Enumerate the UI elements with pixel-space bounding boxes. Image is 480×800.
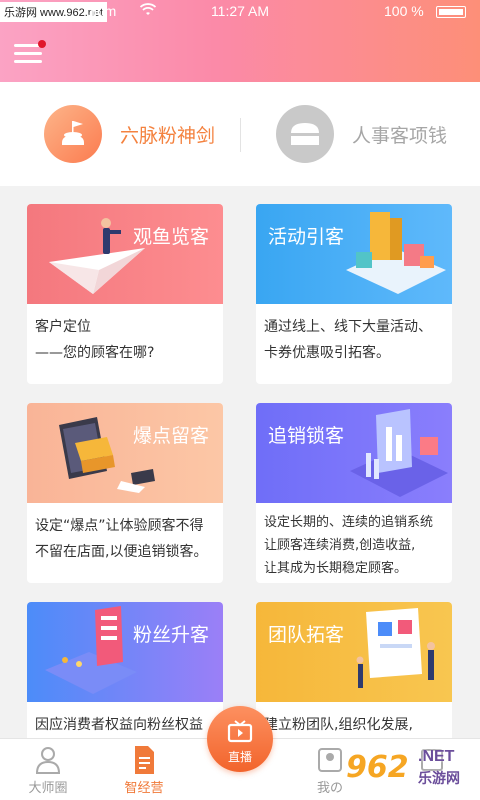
notification-dot: [38, 40, 46, 48]
desc-line: 让顾客连续消费,创造收益,: [264, 538, 416, 553]
watermark-site-name: 乐游网: [418, 771, 460, 787]
tab-label: 六脉粉神剑: [120, 124, 216, 147]
app-header: 乐游网 www.962.net dium 11:27 AM 100 %: [0, 0, 480, 82]
tab-label: 人事客项钱: [352, 124, 448, 147]
status-bar: 乐游网 www.962.net dium 11:27 AM 100 %: [0, 0, 480, 24]
nav-smart-business[interactable]: 智经营: [104, 745, 184, 796]
card-title: 爆点留客: [132, 425, 209, 447]
tab-divider: [240, 118, 241, 152]
live-label: 直播: [227, 750, 252, 764]
card-attract-customers[interactable]: 活动引客 通过线上、线下大量活动、 卡券优惠吸引拓客。: [256, 204, 452, 384]
nav-label: 大师圈: [28, 781, 68, 796]
card-title: 团队拓客: [268, 624, 345, 646]
card-desc: 建立粉团队,组织化发展,: [256, 702, 452, 738]
card-title: 粉丝升客: [132, 624, 209, 646]
desc-line: 让其成为长期稳定顾客。: [264, 561, 408, 576]
card-banner: 粉丝升客: [27, 602, 223, 702]
card-title: 活动引客: [268, 226, 345, 248]
card-desc: 通过线上、线下大量活动、 卡券优惠吸引拓客。: [256, 304, 452, 366]
desc-line: 通过线上、线下大量活动、: [264, 319, 432, 335]
phone-chart-illustration: [350, 409, 448, 497]
card-desc: 因应消费者权益向粉丝权益: [27, 702, 223, 738]
desc-line: 卡券优惠吸引拓客。: [264, 345, 390, 361]
category-tabs: 六脉粉神剑 人事客项钱: [0, 82, 480, 186]
card-banner: 团队拓客: [256, 602, 452, 702]
city-illustration: [346, 212, 446, 294]
person-icon: [35, 747, 61, 774]
card-desc: 设定“爆点”让体验顾客不得 不留在店面,以便追销锁客。: [27, 503, 223, 565]
desc-line: 建立粉团队,组织化发展,: [264, 717, 413, 733]
board-team-illustration: [356, 608, 435, 688]
tab-six-swords[interactable]: 六脉粉神剑: [44, 102, 215, 166]
card-watch-customers[interactable]: 观鱼览客 客户定位 ——您的顾客在哪?: [27, 204, 223, 384]
battery-percent: 100 %: [384, 3, 424, 19]
card-upsell-lock[interactable]: 追销锁客 设定长期的、连续的追销系统 让顾客连续消费,创造收益, 让其成为长期稳…: [256, 403, 452, 583]
live-button[interactable]: 直播: [207, 706, 273, 772]
desc-line: 设定长期的、连续的追销系统: [264, 515, 434, 530]
desc-line: ——您的顾客在哪?: [35, 345, 155, 361]
card-title: 追销锁客: [268, 425, 345, 447]
card-title: 观鱼览客: [132, 226, 209, 248]
desc-line: 客户定位: [35, 319, 91, 335]
card-desc: 客户定位 ——您的顾客在哪?: [27, 304, 223, 366]
document-icon: [135, 746, 154, 774]
watermark-net: .NET: [418, 748, 455, 765]
bread-icon: [276, 105, 334, 163]
tv-icon: [227, 720, 253, 743]
tab-hr-money[interactable]: 人事客项钱: [276, 102, 447, 166]
card-banner: 观鱼览客: [27, 204, 223, 304]
desc-line: 不留在店面,以便追销锁客。: [35, 544, 208, 560]
card-desc: 设定长期的、连续的追销系统 让顾客连续消费,创造收益, 让其成为长期稳定顾客。: [256, 503, 452, 580]
desc-line: 因应消费者权益向粉丝权益: [35, 717, 203, 733]
card-banner: 追销锁客: [256, 403, 452, 503]
desc-line: 设定“爆点”让体验顾客不得: [35, 518, 204, 534]
card-banner: 活动引客: [256, 204, 452, 304]
card-banner: 爆点留客: [27, 403, 223, 503]
card-hotspot-retain[interactable]: 爆点留客 设定“爆点”让体验顾客不得 不留在店面,以便追销锁客。: [27, 403, 223, 583]
kite-icon: [44, 105, 102, 163]
phone-people-illustration: [45, 606, 137, 694]
nav-master-circle[interactable]: 大师圈: [8, 745, 88, 796]
battery-icon: [436, 6, 466, 18]
nav-label: 智经营: [124, 781, 164, 796]
watermark-logo: 962 .NET 乐游网: [340, 744, 476, 798]
watermark-number: 962: [346, 750, 409, 785]
